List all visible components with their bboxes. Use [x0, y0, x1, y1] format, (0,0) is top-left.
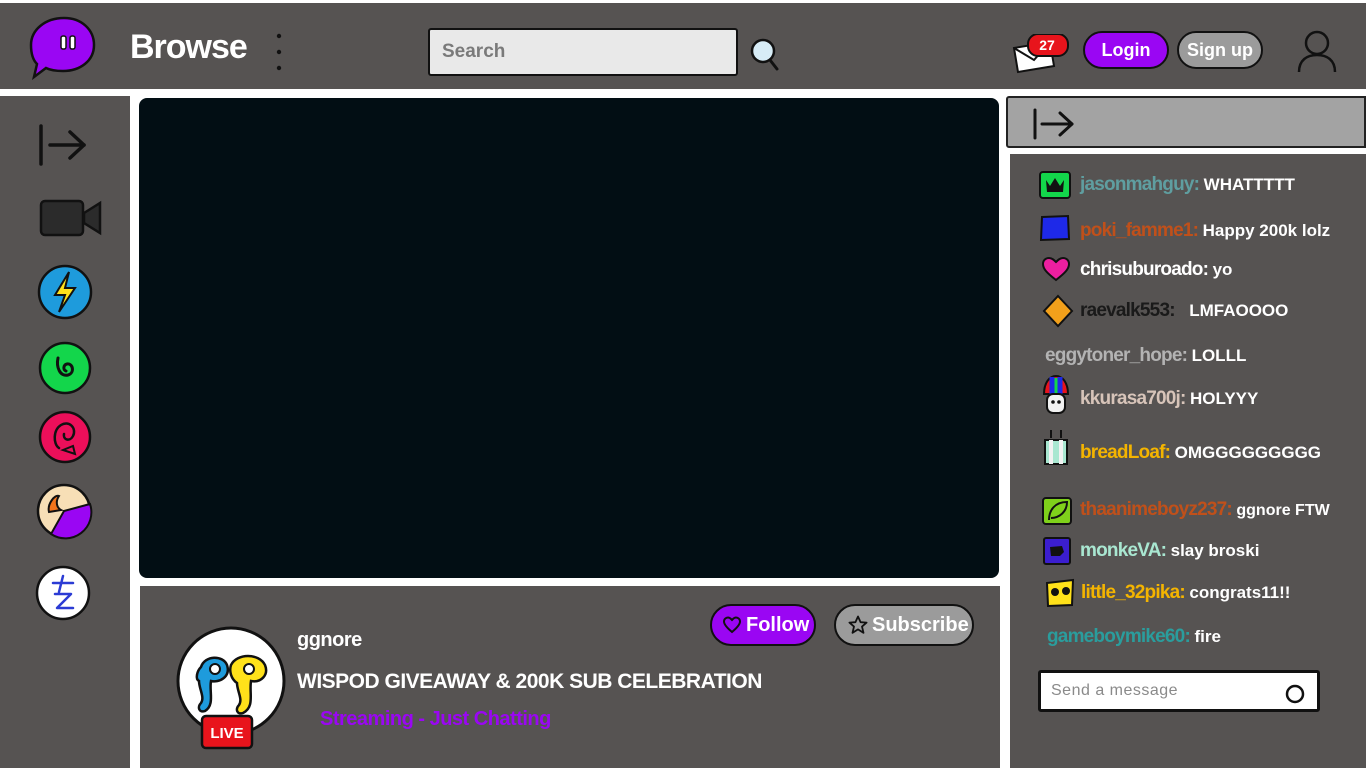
chat-text: yo: [1212, 260, 1233, 279]
chat-message: chrisuburoado: yo: [1080, 259, 1232, 281]
chat-message: monkeVA: slay broski: [1080, 540, 1259, 562]
kanji-icon[interactable]: [35, 564, 91, 622]
chat-message-input[interactable]: [1038, 670, 1320, 712]
chat-username[interactable]: breadLoaf:: [1080, 442, 1171, 463]
chat-text: fire: [1194, 627, 1221, 646]
stream-title: WISPOD GIVEAWAY & 200K SUB CELEBRATION: [297, 670, 762, 693]
logo-icon[interactable]: [28, 14, 98, 80]
purple-badge-icon: [1043, 537, 1071, 565]
subscribe-button[interactable]: Subscribe: [834, 604, 974, 646]
login-button[interactable]: Login: [1083, 31, 1169, 69]
more-options-icon[interactable]: [272, 32, 286, 72]
search-icon[interactable]: [748, 36, 782, 74]
chat-message: kkurasa700j: HOLYYY: [1080, 388, 1258, 410]
spiral-icon[interactable]: [38, 341, 92, 395]
chat-text: WHATTTTT: [1203, 175, 1295, 194]
chat-text: ggnore FTW: [1236, 502, 1330, 519]
expand-arrow-icon[interactable]: [36, 122, 90, 168]
chat-text: OMGGGGGGGGG: [1174, 443, 1322, 462]
heart-icon: [722, 616, 742, 634]
user-profile-icon[interactable]: [1295, 28, 1339, 74]
chat-text: HOLYYY: [1190, 389, 1259, 408]
chat-username[interactable]: poki_famme1:: [1080, 220, 1199, 241]
chat-message: eggytoner_hope: LOLLL: [1045, 345, 1246, 367]
chat-username[interactable]: eggytoner_hope:: [1045, 345, 1188, 366]
live-label: LIVE: [210, 725, 243, 742]
chat-text: LMFAOOOO: [1189, 301, 1289, 320]
chat-username[interactable]: little_32pika:: [1081, 582, 1186, 603]
search-input[interactable]: [428, 28, 738, 76]
face-icon[interactable]: [37, 410, 93, 464]
star-icon: [848, 615, 868, 634]
page-title[interactable]: Browse: [130, 28, 248, 67]
blue-square-badge-icon: [1039, 214, 1071, 242]
chat-username[interactable]: thaanimeboyz237:: [1080, 499, 1233, 520]
collapse-chat-icon[interactable]: [1030, 106, 1078, 142]
chat-text: Happy 200k lolz: [1202, 221, 1331, 240]
video-player[interactable]: [139, 98, 999, 578]
send-message-icon[interactable]: [1284, 683, 1306, 705]
streamer-name[interactable]: ggnore: [297, 629, 362, 652]
chat-message: little_32pika: congrats11!!: [1081, 582, 1290, 604]
chat-message: thaanimeboyz237: ggnore FTW: [1080, 499, 1330, 521]
chat-text: slay broski: [1170, 541, 1260, 560]
pika-badge-icon: [1045, 578, 1075, 608]
chat-username[interactable]: monkeVA:: [1080, 540, 1167, 561]
chat-username[interactable]: gameboymike60:: [1047, 626, 1191, 647]
chat-text: LOLLL: [1191, 346, 1247, 365]
follow-button[interactable]: Follow: [710, 604, 816, 646]
notification-count-badge: 27: [1039, 37, 1055, 53]
chat-username[interactable]: raevalk553:: [1080, 300, 1176, 321]
stream-category-link[interactable]: Streaming - Just Chatting: [320, 708, 551, 731]
chat-username[interactable]: kkurasa700j:: [1080, 388, 1186, 409]
follow-label: Follow: [746, 614, 810, 636]
chat-message: jasonmahguy: WHATTTTT: [1080, 174, 1295, 196]
heart-badge-icon: [1041, 256, 1071, 282]
crown-badge-icon: [1039, 171, 1071, 199]
mushroom-badge-icon: [1042, 374, 1070, 414]
chat-message: poki_famme1: Happy 200k lolz: [1080, 220, 1330, 242]
chat-username[interactable]: jasonmahguy:: [1080, 174, 1200, 195]
pizza-icon[interactable]: [35, 482, 93, 540]
signup-button[interactable]: Sign up: [1177, 31, 1263, 69]
lightning-icon[interactable]: [37, 264, 93, 320]
subscribe-label: Subscribe: [872, 614, 969, 636]
leaf-badge-icon: [1042, 497, 1072, 525]
live-badge: LIVE: [200, 714, 254, 750]
chat-message: raevalk553: LMFAOOOO: [1080, 300, 1288, 322]
chat-message: gameboymike60: fire: [1047, 626, 1221, 648]
chat-text: congrats11!!: [1189, 583, 1291, 602]
gift-badge-icon: [1044, 430, 1068, 465]
diamond-badge-icon: [1042, 294, 1074, 328]
chat-username[interactable]: chrisuburoado:: [1080, 259, 1209, 280]
chat-message: breadLoaf: OMGGGGGGGGG: [1080, 442, 1321, 464]
video-camera-icon[interactable]: [38, 196, 104, 240]
